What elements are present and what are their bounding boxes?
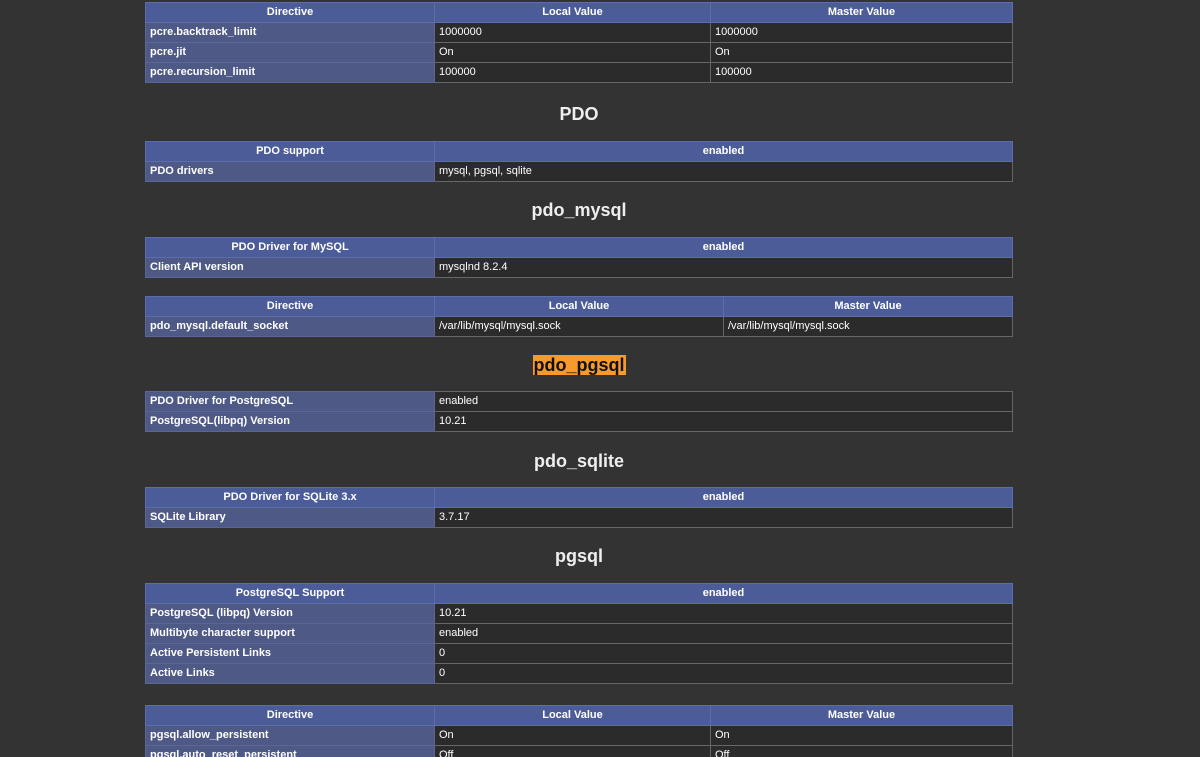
table-row: Multibyte character support enabled [145,623,1013,644]
master-value: 100000 [710,62,1013,83]
section-link[interactable]: pgsql [555,546,603,566]
table-header-row: PostgreSQL Support enabled [145,583,1013,604]
row-label: Active Links [145,663,435,684]
master-value: /var/lib/mysql/mysql.sock [723,316,1013,337]
table-header-row: PDO Driver for MySQL enabled [145,237,1013,258]
column-header: PostgreSQL Support [145,583,435,604]
column-header: enabled [434,237,1013,258]
row-label: pcre.jit [145,42,435,63]
phpinfo-page: Directive Local Value Master Value pcre.… [0,0,1200,757]
local-value: On [434,42,711,63]
column-header: Directive [145,2,435,23]
column-header: PDO support [145,141,435,162]
column-header: Local Value [434,2,711,23]
table-row: PDO drivers mysql, pgsql, sqlite [145,161,1013,182]
row-label: pcre.recursion_limit [145,62,435,83]
column-header: enabled [434,141,1013,162]
table-row: PDO Driver for PostgreSQL enabled [145,391,1013,412]
table-row: pdo_mysql.default_socket /var/lib/mysql/… [145,316,1013,337]
row-value: mysql, pgsql, sqlite [434,161,1013,182]
row-value: enabled [434,391,1013,412]
table-header-row: Directive Local Value Master Value [145,296,1013,317]
table-header-row: Directive Local Value Master Value [145,2,1013,23]
section-title-pdo-sqlite[interactable]: pdo_sqlite [145,450,1013,472]
row-value: 3.7.17 [434,507,1013,528]
table-row: pcre.backtrack_limit 1000000 1000000 [145,22,1013,43]
column-header: Directive [145,296,435,317]
column-header: enabled [434,487,1013,508]
section-title-pdo-pgsql[interactable]: pdo_pgsql [145,354,1013,376]
pdo-table: PDO support enabled PDO drivers mysql, p… [145,141,1013,182]
section-title-pdo[interactable]: PDO [145,103,1013,125]
pgsql-directives-table: Directive Local Value Master Value pgsql… [145,705,1013,757]
master-value: Off [710,745,1013,757]
section-title-pgsql[interactable]: pgsql [145,545,1013,567]
row-label: SQLite Library [145,507,435,528]
local-value: 100000 [434,62,711,83]
pcre-directives-table: Directive Local Value Master Value pcre.… [145,2,1013,83]
section-link[interactable]: pdo_sqlite [534,451,624,471]
section-link[interactable]: pdo_mysql [531,200,626,220]
row-label: Active Persistent Links [145,643,435,664]
table-header-row: Directive Local Value Master Value [145,705,1013,726]
row-label: pgsql.allow_persistent [145,725,435,746]
local-value: 1000000 [434,22,711,43]
column-header: enabled [434,583,1013,604]
pdo-mysql-table: PDO Driver for MySQL enabled Client API … [145,237,1013,278]
column-header: Local Value [434,296,724,317]
master-value: On [710,42,1013,63]
column-header: PDO Driver for MySQL [145,237,435,258]
table-row: PostgreSQL (libpq) Version 10.21 [145,603,1013,624]
row-value: 10.21 [434,603,1013,624]
local-value: /var/lib/mysql/mysql.sock [434,316,724,337]
table-row: PostgreSQL(libpq) Version 10.21 [145,411,1013,432]
pdo-pgsql-table: PDO Driver for PostgreSQL enabled Postgr… [145,391,1013,432]
master-value: On [710,725,1013,746]
row-label: pgsql.auto_reset_persistent [145,745,435,757]
row-label: PDO Driver for PostgreSQL [145,391,435,412]
pgsql-table: PostgreSQL Support enabled PostgreSQL (l… [145,583,1013,684]
row-label: pdo_mysql.default_socket [145,316,435,337]
column-header: Master Value [710,705,1013,726]
table-row: pgsql.auto_reset_persistent Off Off [145,745,1013,757]
row-value: 10.21 [434,411,1013,432]
row-label: PDO drivers [145,161,435,182]
table-row: Client API version mysqlnd 8.2.4 [145,257,1013,278]
section-link[interactable]: PDO [559,104,598,124]
row-value: mysqlnd 8.2.4 [434,257,1013,278]
row-label: PostgreSQL (libpq) Version [145,603,435,624]
row-label: pcre.backtrack_limit [145,22,435,43]
local-value: Off [434,745,711,757]
column-header: Master Value [710,2,1013,23]
local-value: On [434,725,711,746]
section-title-pdo-mysql[interactable]: pdo_mysql [145,199,1013,221]
table-row: SQLite Library 3.7.17 [145,507,1013,528]
table-row: pcre.recursion_limit 100000 100000 [145,62,1013,83]
row-label: PostgreSQL(libpq) Version [145,411,435,432]
table-header-row: PDO Driver for SQLite 3.x enabled [145,487,1013,508]
column-header: Local Value [434,705,711,726]
table-row: Active Persistent Links 0 [145,643,1013,664]
table-header-row: PDO support enabled [145,141,1013,162]
row-value: 0 [434,643,1013,664]
column-header: PDO Driver for SQLite 3.x [145,487,435,508]
pdo-mysql-directives-table: Directive Local Value Master Value pdo_m… [145,296,1013,337]
row-label: Multibyte character support [145,623,435,644]
row-value: enabled [434,623,1013,644]
table-row: Active Links 0 [145,663,1013,684]
column-header: Master Value [723,296,1013,317]
table-row: pcre.jit On On [145,42,1013,63]
master-value: 1000000 [710,22,1013,43]
row-value: 0 [434,663,1013,684]
pdo-sqlite-table: PDO Driver for SQLite 3.x enabled SQLite… [145,487,1013,528]
section-link-highlighted[interactable]: pdo_pgsql [532,355,626,375]
row-label: Client API version [145,257,435,278]
column-header: Directive [145,705,435,726]
table-row: pgsql.allow_persistent On On [145,725,1013,746]
